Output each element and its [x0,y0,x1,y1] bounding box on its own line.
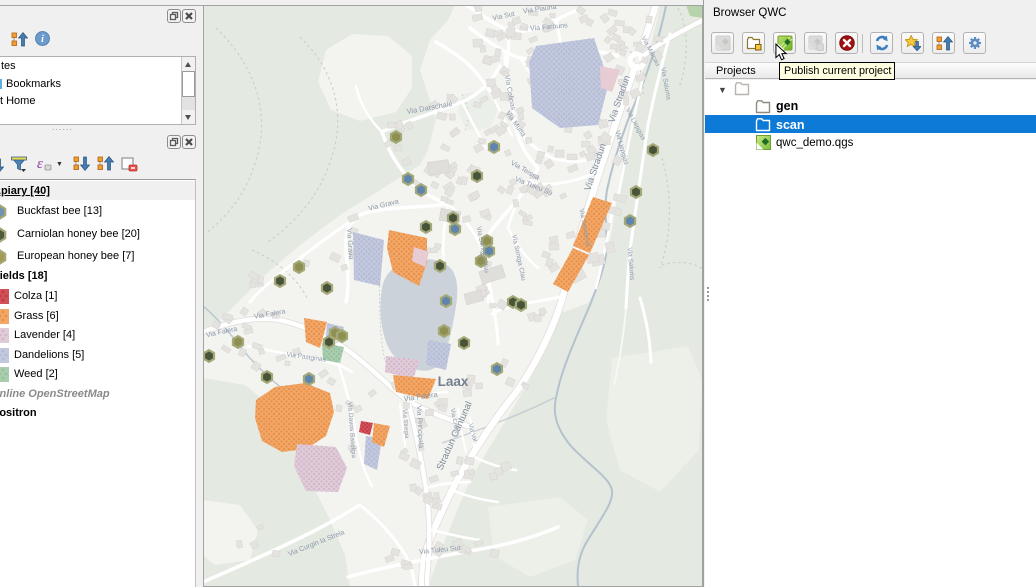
svg-text:i: i [41,34,44,45]
svg-text:ε: ε [37,156,43,172]
svg-text:Laax: Laax [438,374,469,389]
